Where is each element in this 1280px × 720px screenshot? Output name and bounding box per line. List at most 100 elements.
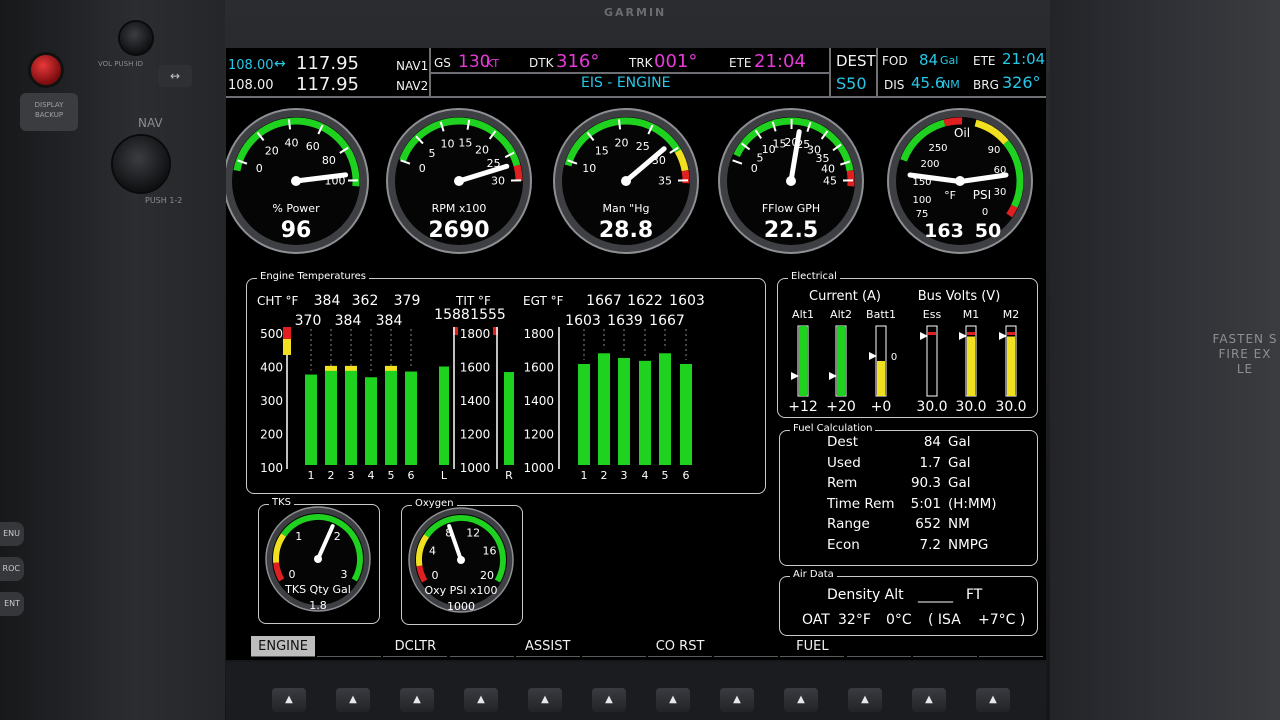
red-knob-button[interactable] [31,55,61,85]
tit-value: 1588 [434,307,470,323]
dest-id[interactable]: S50 [836,74,867,93]
tks-oxygen-gauges: 01 23TKS Qty Gal1.8048 121620Oxy PSI x1001… [265,506,514,613]
electrical-bars: Current (A) Bus Volts (V) Alt1 +12 Alt2 +20 Ba… [788,289,1026,415]
side-button-menu[interactable]: ENU [0,522,24,546]
header-divider [876,48,878,96]
nav1-active-freq[interactable]: 108.00 [228,58,274,73]
tit-scale-label: 1000 [460,461,491,475]
header-divider [829,48,831,96]
fuel-calc-value: 84 [923,434,941,450]
isa-label: ( ISA [928,612,961,628]
softkey-dcltr[interactable]: DCLTR [383,636,448,657]
dis-label: DIS [884,78,905,92]
gauge-tick-label: 5 [428,147,435,160]
softkey-blank[interactable] [581,636,646,657]
gauge-tick-label: 250 [928,143,947,154]
display-backup-button[interactable]: DISPLAY BACKUP [20,93,78,131]
egt-value: 1639 [607,313,643,329]
ete-value: 21:04 [754,51,806,72]
brg-value: 326° [1002,73,1041,92]
softkey-blank[interactable] [978,636,1043,657]
softkey-hardware-button[interactable]: ▲ [400,688,434,712]
cht-scale-label: 200 [260,428,283,442]
softkey-hardware-button[interactable]: ▲ [528,688,562,712]
vol-knob[interactable] [120,22,152,54]
oxygen-gauge-tick-label: 0 [432,569,439,582]
nav1-standby-freq[interactable]: 117.95 [296,53,359,74]
nav-knob[interactable] [113,136,169,192]
softkey-assist[interactable]: ASSIST [515,636,580,657]
fuel-calc-row: Dest 84 Gal [780,434,1037,455]
tit-label: TIT °F [455,294,491,308]
nav2-standby-freq[interactable]: 117.95 [296,74,359,95]
right-placard: FASTEN S FIRE EX LE [1200,332,1280,377]
gauge-label: Man "Hg [602,202,649,215]
softkey-hardware-button[interactable]: ▲ [848,688,882,712]
tks-gauge-value: 1.8 [309,599,327,612]
oxygen-gauge-tick-label: 20 [480,569,494,582]
softkey-co-rst[interactable]: CO RST [648,636,713,657]
softkey-blank[interactable] [912,636,977,657]
fuel-calc-label: Dest [827,434,859,450]
electrical-bar-name: M1 [963,308,980,321]
softkey-blank[interactable] [714,636,779,657]
gauge-value: 28.8 [599,218,653,243]
brand-logo: GARMIN [604,6,667,19]
gauge-label: °F [944,189,956,202]
nav-swap-button[interactable]: ↔ [158,65,192,87]
gauge-color-arc [1006,204,1018,218]
softkey-hardware-button[interactable]: ▲ [912,688,946,712]
nav1-swap-icon[interactable]: ↔ [274,56,286,72]
softkey-blank[interactable] [449,636,514,657]
gauge-tick-label: 20 [475,143,489,156]
tks-gauge-tick-label: 1 [295,530,302,543]
cht-scale-label: 500 [260,327,283,341]
tit-scale-label: 1800 [460,327,491,341]
air-data-title: Air Data [790,569,837,580]
batt-zero-label: 0 [891,352,897,363]
softkey-hardware-button[interactable]: ▲ [784,688,818,712]
gauge-tick-label: 200 [920,159,939,170]
gauge-tick-label: 30 [994,187,1007,198]
cht-value: 384 [314,293,341,309]
side-button-proc[interactable]: ROC [0,557,24,581]
current-label: Current (A) [809,289,881,304]
cht-bar [365,377,377,465]
electrical-bar-name: Alt1 [792,308,814,321]
fuel-calc-unit: NMPG [948,536,989,553]
softkey-blank[interactable] [317,636,382,657]
softkey-hardware-button[interactable]: ▲ [592,688,626,712]
softkey-hardware-button[interactable]: ▲ [720,688,754,712]
fuel-calc-unit: Gal [948,434,971,450]
gauge-tick-label: 45 [823,175,837,188]
electrical-bar-fill [1007,336,1015,396]
tit-label-l: L [441,469,448,482]
softkey-hardware-button[interactable]: ▲ [464,688,498,712]
cht-value: 384 [376,313,403,329]
fuel-calc-row: Rem 90.3 Gal [780,475,1037,496]
electrical-bar-frame [926,325,938,397]
dis-unit: NM [942,78,960,91]
gauge-value: 22.5 [764,218,818,243]
softkey-blank[interactable] [846,636,911,657]
nav2-active-freq[interactable]: 108.00 [228,78,274,93]
gauge-tick-label: 40 [285,136,299,149]
oxygen-gauge-label: Oxy PSI x100 [424,584,497,597]
dtk-label: DTK [529,56,554,70]
softkey-hardware-button[interactable]: ▲ [336,688,370,712]
cht-value: 379 [394,293,421,309]
trk-value: 001° [654,51,698,72]
tks-gauge-tick-label: 0 [289,568,296,581]
softkey-hardware-button[interactable]: ▲ [656,688,690,712]
side-button-ent[interactable]: ENT [0,592,24,616]
softkey-fuel[interactable]: FUEL [780,636,845,657]
cht-bar [325,369,337,465]
oxygen-gauge-tick-label: 12 [466,527,480,540]
softkey-engine[interactable]: ENGINE [251,636,316,657]
gauge-tick-label: 15 [458,137,472,150]
gauge-tick-label: 35 [658,175,672,188]
tks-gauge-hub [314,555,322,563]
electrical-bar-fill [799,326,807,396]
softkey-hardware-button[interactable]: ▲ [272,688,306,712]
softkey-hardware-button[interactable]: ▲ [976,688,1010,712]
